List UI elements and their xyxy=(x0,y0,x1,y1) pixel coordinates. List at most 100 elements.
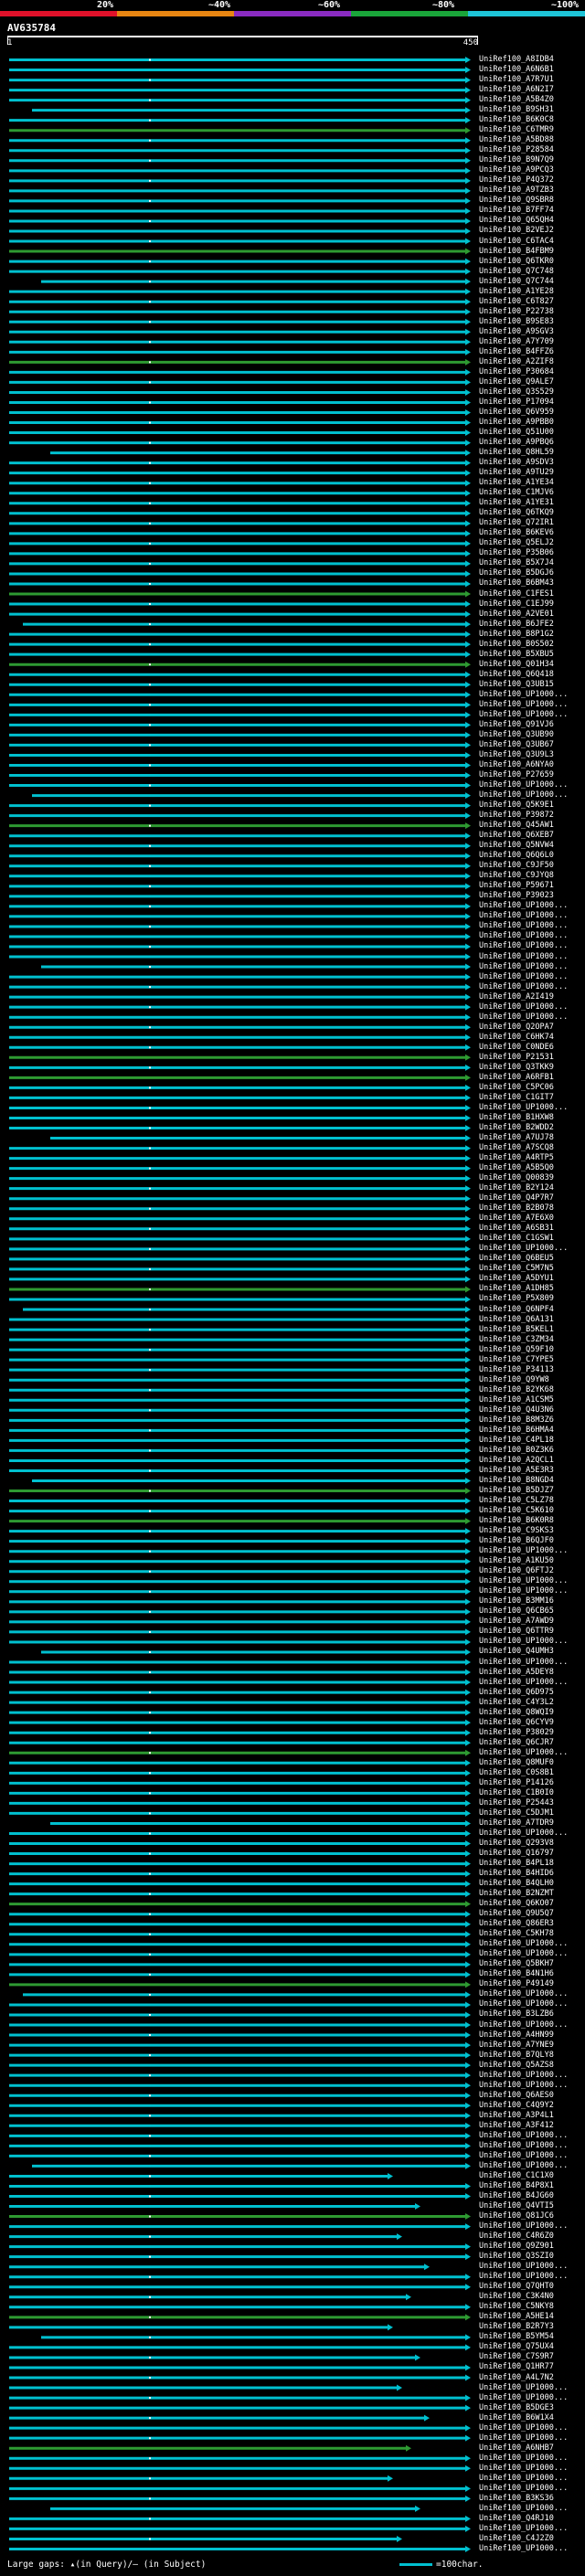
hit-label[interactable]: UniRef100_Q6D975 xyxy=(479,1688,554,1697)
hit-label[interactable]: UniRef100_B5YM54 xyxy=(479,2333,554,2341)
hit-label[interactable]: UniRef100_P34113 xyxy=(479,1365,554,1374)
hit-label[interactable]: UniRef100_UP1000... xyxy=(479,1577,568,1585)
hit-label[interactable]: UniRef100_Q3UB90 xyxy=(479,730,554,739)
hit-label[interactable]: UniRef100_A1YE31 xyxy=(479,499,554,507)
hit-label[interactable]: UniRef100_Q6TKR0 xyxy=(479,257,554,266)
hit-label[interactable]: UniRef100_UP1000... xyxy=(479,2081,568,2090)
hit-label[interactable]: UniRef100_Q5NVW4 xyxy=(479,842,554,850)
hit-label[interactable]: UniRef100_A4L7N2 xyxy=(479,2373,554,2382)
hit-label[interactable]: UniRef100_Q9U5Q7 xyxy=(479,1910,554,1918)
hit-label[interactable]: UniRef100_C9JF50 xyxy=(479,862,554,870)
hit-label[interactable]: UniRef100_C9SKS3 xyxy=(479,1527,554,1535)
hit-label[interactable]: UniRef100_Q8HL59 xyxy=(479,449,554,457)
hit-label[interactable]: UniRef100_B4JG60 xyxy=(479,2191,554,2200)
hit-label[interactable]: UniRef100_Q01H34 xyxy=(479,660,554,669)
hit-label[interactable]: UniRef100_B6W1X4 xyxy=(479,2413,554,2422)
hit-label[interactable]: UniRef100_A5DYU1 xyxy=(479,1275,554,1283)
hit-label[interactable]: UniRef100_Q7C748 xyxy=(479,267,554,276)
hit-label[interactable]: UniRef100_B5XBU5 xyxy=(479,650,554,659)
hit-label[interactable]: UniRef100_B9SH31 xyxy=(479,106,554,114)
hit-label[interactable]: UniRef100_A1YE34 xyxy=(479,479,554,487)
hit-label[interactable]: UniRef100_A6N2I7 xyxy=(479,86,554,94)
hit-label[interactable]: UniRef100_B5X7J4 xyxy=(479,559,554,567)
hit-label[interactable]: UniRef100_B5DGE3 xyxy=(479,2403,554,2412)
hit-label[interactable]: UniRef100_Q81JC6 xyxy=(479,2212,554,2221)
hit-label[interactable]: UniRef100_A4RTP5 xyxy=(479,1154,554,1162)
hit-label[interactable]: UniRef100_C4R6Z0 xyxy=(479,2232,554,2241)
hit-label[interactable]: UniRef100_UP1000... xyxy=(479,2000,568,2009)
hit-label[interactable]: UniRef100_C4Y3L2 xyxy=(479,1698,554,1707)
hit-label[interactable]: UniRef100_UP1000... xyxy=(479,2474,568,2483)
hit-label[interactable]: UniRef100_UP1000... xyxy=(479,1829,568,1838)
hit-label[interactable]: UniRef100_A1CSM5 xyxy=(479,1395,554,1405)
hit-label[interactable]: UniRef100_B3LZB6 xyxy=(479,2010,554,2019)
hit-label[interactable]: UniRef100_UP1000... xyxy=(479,962,568,971)
hit-label[interactable]: UniRef100_C7S9R7 xyxy=(479,2353,554,2361)
hit-label[interactable]: UniRef100_B4N1H6 xyxy=(479,1970,554,1978)
hit-label[interactable]: UniRef100_UP1000... xyxy=(479,942,568,950)
hit-label[interactable]: UniRef100_Q3TKK9 xyxy=(479,1063,554,1072)
hit-label[interactable]: UniRef100_UP1000... xyxy=(479,1245,568,1253)
hit-label[interactable]: UniRef100_UP1000... xyxy=(479,710,568,719)
hit-label[interactable]: UniRef100_B7FF74 xyxy=(479,207,554,215)
hit-label[interactable]: UniRef100_C6TAC4 xyxy=(479,237,554,246)
hit-label[interactable]: UniRef100_Q5K9E1 xyxy=(479,801,554,810)
hit-label[interactable]: UniRef100_Q9SBR8 xyxy=(479,196,554,205)
hit-label[interactable]: UniRef100_Q6TTR9 xyxy=(479,1627,554,1636)
hit-label[interactable]: UniRef100_B2Y124 xyxy=(479,1184,554,1193)
hit-label[interactable]: UniRef100_Q6FTJ2 xyxy=(479,1567,554,1575)
hit-label[interactable]: UniRef100_P14126 xyxy=(479,1778,554,1787)
hit-label[interactable]: UniRef100_UP1000... xyxy=(479,2544,568,2553)
hit-label[interactable]: UniRef100_C1MJV6 xyxy=(479,489,554,497)
hit-label[interactable]: UniRef100_C5NKY8 xyxy=(479,2303,554,2311)
hit-label[interactable]: UniRef100_Q8MUF0 xyxy=(479,1758,554,1767)
hit-label[interactable]: UniRef100_A9TU29 xyxy=(479,469,554,477)
hit-label[interactable]: UniRef100_Q8WQI9 xyxy=(479,1708,554,1717)
hit-label[interactable]: UniRef100_P27659 xyxy=(479,771,554,779)
hit-label[interactable]: UniRef100_A5E3R3 xyxy=(479,1466,554,1475)
hit-label[interactable]: UniRef100_P39023 xyxy=(479,892,554,900)
hit-label[interactable]: UniRef100_A5B5Q0 xyxy=(479,1164,554,1172)
hit-label[interactable]: UniRef100_Q6KO07 xyxy=(479,1900,554,1908)
hit-label[interactable]: UniRef100_UP1000... xyxy=(479,1547,568,1555)
hit-label[interactable]: UniRef100_Q2OPA7 xyxy=(479,1023,554,1032)
hit-label[interactable]: UniRef100_B4FBM9 xyxy=(479,247,554,256)
hit-label[interactable]: UniRef100_Q4VTI5 xyxy=(479,2202,554,2210)
hit-label[interactable]: UniRef100_Q6BEU5 xyxy=(479,1255,554,1263)
hit-label[interactable]: UniRef100_A3F412 xyxy=(479,2121,554,2130)
hit-label[interactable]: UniRef100_UP1000... xyxy=(479,2141,568,2150)
hit-label[interactable]: UniRef100_P22738 xyxy=(479,307,554,316)
hit-label[interactable]: UniRef100_C1EJ99 xyxy=(479,599,554,609)
hit-label[interactable]: UniRef100_A7UJ78 xyxy=(479,1134,554,1142)
hit-label[interactable]: UniRef100_C5KH78 xyxy=(479,1930,554,1938)
hit-label[interactable]: UniRef100_P4Q372 xyxy=(479,176,554,185)
hit-label[interactable]: UniRef100_Q9YW8 xyxy=(479,1375,549,1384)
hit-label[interactable]: UniRef100_B8M3Z6 xyxy=(479,1415,554,1425)
hit-label[interactable]: UniRef100_UP1000... xyxy=(479,912,568,920)
hit-label[interactable]: UniRef100_Q6CJR7 xyxy=(479,1738,554,1747)
hit-label[interactable]: UniRef100_B2NZMT xyxy=(479,1890,554,1898)
hit-label[interactable]: UniRef100_Q3UB15 xyxy=(479,680,554,689)
hit-label[interactable]: UniRef100_A7AWD9 xyxy=(479,1617,554,1626)
hit-label[interactable]: UniRef100_B3KS36 xyxy=(479,2494,554,2503)
hit-label[interactable]: UniRef100_Q91VJ6 xyxy=(479,720,554,729)
hit-label[interactable]: UniRef100_B2YK68 xyxy=(479,1385,554,1394)
hit-label[interactable]: UniRef100_C1GIT7 xyxy=(479,1093,554,1102)
hit-label[interactable]: UniRef100_UP1000... xyxy=(479,2423,568,2433)
hit-label[interactable]: UniRef100_Q65QH4 xyxy=(479,217,554,225)
hit-label[interactable]: UniRef100_Q6XEB7 xyxy=(479,832,554,840)
hit-label[interactable]: UniRef100_P21531 xyxy=(479,1053,554,1062)
hit-label[interactable]: UniRef100_Q6A131 xyxy=(479,1315,554,1324)
hit-label[interactable]: UniRef100_UP1000... xyxy=(479,1950,568,1958)
hit-label[interactable]: UniRef100_UP1000... xyxy=(479,2383,568,2392)
hit-label[interactable]: UniRef100_UP1000... xyxy=(479,2131,568,2140)
hit-label[interactable]: UniRef100_B6QJF0 xyxy=(479,1537,554,1545)
hit-label[interactable]: UniRef100_Q75UX4 xyxy=(479,2343,554,2351)
hit-label[interactable]: UniRef100_UP1000... xyxy=(479,1638,568,1646)
hit-label[interactable]: UniRef100_B8P1G2 xyxy=(479,630,554,639)
hit-label[interactable]: UniRef100_C5M7N5 xyxy=(479,1265,554,1273)
hit-label[interactable]: UniRef100_UP1000... xyxy=(479,2263,568,2271)
hit-label[interactable]: UniRef100_A8IDB4 xyxy=(479,56,554,64)
hit-label[interactable]: UniRef100_UP1000... xyxy=(479,1012,568,1022)
hit-label[interactable]: UniRef100_A2ZIF8 xyxy=(479,357,554,366)
